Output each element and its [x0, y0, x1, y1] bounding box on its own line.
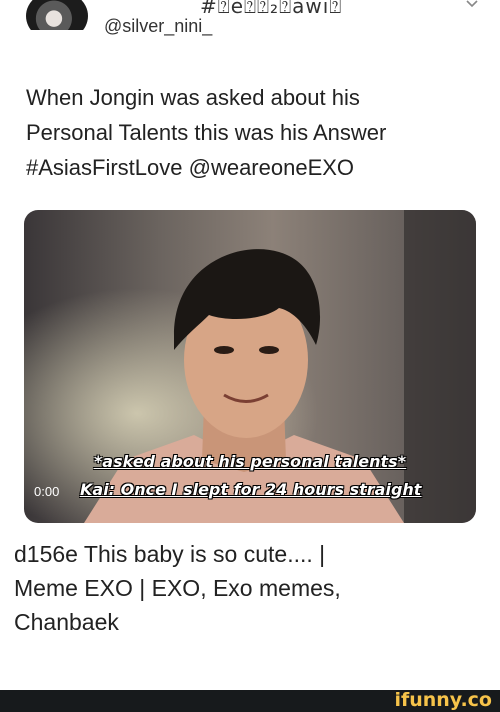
title-line: Meme EXO | EXO, Exo memes, [14, 575, 341, 601]
tweet-line: #AsiasFirstLove @weareoneEXO [26, 155, 355, 180]
chevron-down-icon[interactable] [466, 0, 478, 10]
page-title: d156e This baby is so cute.... | Meme EX… [14, 537, 484, 639]
avatar[interactable] [26, 0, 88, 30]
tweet-header: #⍰e⍰⍰₂⍰awi⍰ [0, 0, 500, 30]
tweet-body: When Jongin was asked about his Personal… [26, 80, 486, 185]
user-handle[interactable]: @silver_nini_ [104, 16, 212, 37]
tweet-line: When Jongin was asked about his [26, 85, 360, 110]
title-line: d156e This baby is so cute.... | [14, 541, 326, 567]
caption-bottom: Kai: Once I slept for 24 hours straight [80, 480, 422, 499]
photo-illustration [24, 210, 476, 523]
footer-bar: ifunny.co [0, 689, 500, 712]
ifunny-logo[interactable]: ifunny.co [394, 689, 492, 711]
meme-photo[interactable]: *asked about his personal talents* 0:00 … [24, 210, 476, 523]
video-timecode: 0:00 [34, 484, 60, 499]
title-line: Chanbaek [14, 609, 119, 635]
tweet-line: Personal Talents this was his Answer [26, 120, 387, 145]
caption-top: *asked about his personal talents* [93, 452, 407, 471]
garbled-username-text: #⍰e⍰⍰₂⍰awi⍰ [200, 0, 343, 18]
